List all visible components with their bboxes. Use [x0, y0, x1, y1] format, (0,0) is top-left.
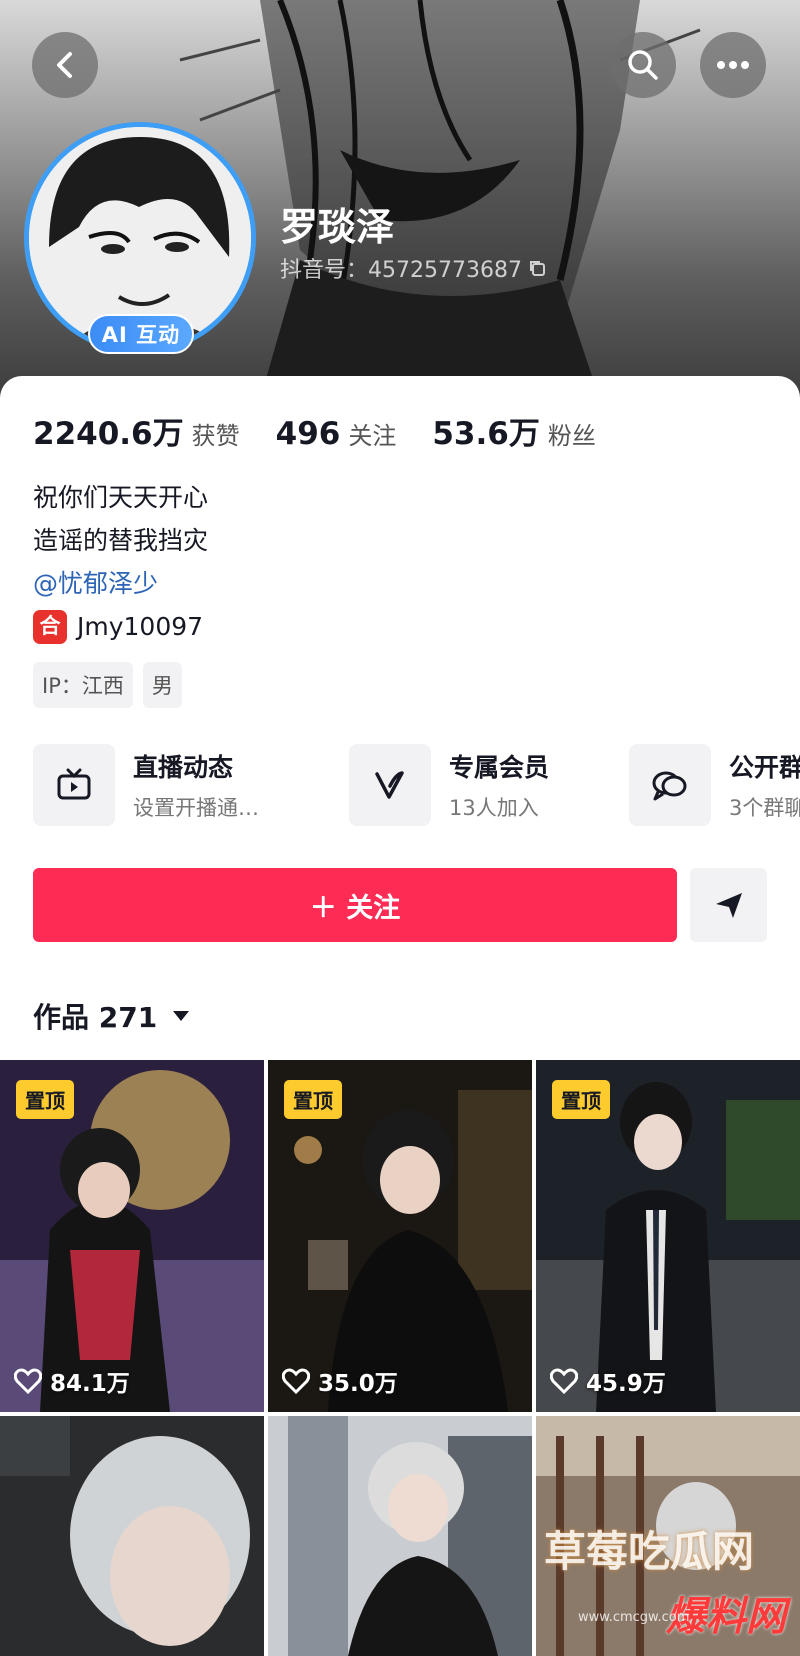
profile-bio: 祝你们天天开心 造谣的替我挡灾 @忧郁泽少 合 Jmy10097 — [33, 476, 208, 648]
likes-count: 45.9万 — [586, 1371, 666, 1397]
douyin-id-text: 抖音号：4572577368​7 — [280, 258, 522, 283]
chevron-left-icon — [57, 52, 72, 78]
ai-interaction-badge[interactable]: AI 互动 — [88, 314, 194, 354]
feature-subtitle: 13人加入 — [449, 796, 539, 820]
watermark-title: 草莓吃瓜网 — [543, 1527, 754, 1576]
video-tile[interactable]: 置顶 35.0万 — [268, 1060, 532, 1412]
video-tile[interactable]: 置顶 45.9万 — [536, 1060, 800, 1412]
stat-value: 53.6万 — [432, 416, 540, 452]
v-badge-icon — [349, 744, 431, 826]
copy-icon[interactable] — [528, 259, 546, 277]
collab-account-row[interactable]: 合 Jmy10097 — [33, 605, 208, 648]
feature-title: 直播动态 — [133, 753, 234, 782]
watermark-url: www.cmcgw.com — [578, 1610, 690, 1625]
pinned-badge: 置顶 — [552, 1080, 610, 1119]
follow-button[interactable]: ＋ 关注 — [33, 868, 677, 942]
bio-line: 祝你们天天开心 — [33, 483, 209, 512]
pinned-badge: 置顶 — [284, 1080, 342, 1119]
stat-followers[interactable]: 53.6万 粉丝 — [432, 408, 596, 453]
video-tile[interactable] — [0, 1416, 264, 1656]
video-thumbnail — [268, 1416, 532, 1656]
caret-down-icon — [173, 1011, 190, 1021]
works-tab[interactable]: 作品 271 — [33, 996, 190, 1036]
collab-icon: 合 — [33, 609, 67, 644]
video-thumbnail — [0, 1416, 264, 1656]
search-icon — [628, 50, 658, 80]
works-tab-label: 作品 271 — [33, 1001, 158, 1034]
video-tile[interactable] — [268, 1416, 532, 1656]
feature-public-groups[interactable]: 公开群 3个群聊 — [629, 744, 800, 826]
stat-value: 2240.6万 — [33, 416, 184, 452]
feature-membership[interactable]: 专属会员 13人加入 — [349, 744, 549, 826]
back-button[interactable] — [32, 32, 98, 98]
send-arrow-icon — [715, 893, 742, 918]
heart-icon — [550, 1368, 578, 1394]
profile-nickname: 罗琰泽 — [280, 205, 395, 249]
stat-value: 496 — [275, 416, 341, 452]
tv-icon — [33, 744, 115, 826]
feature-live-updates[interactable]: 直播动态 设置开播通… — [33, 744, 259, 826]
stat-likes[interactable]: 2240.6万 获赞 — [33, 408, 240, 453]
more-options-button[interactable] — [700, 32, 766, 98]
share-button[interactable] — [690, 868, 767, 942]
stat-label: 获赞 — [191, 422, 240, 450]
heart-icon — [14, 1368, 42, 1394]
more-dots-icon — [717, 61, 749, 69]
stat-label: 粉丝 — [547, 422, 596, 450]
bio-mention-link[interactable]: @忧郁泽少 — [33, 562, 208, 605]
feature-title: 专属会员 — [449, 753, 550, 782]
likes-count: 84.1万 — [50, 1371, 130, 1397]
gender-tag: 男 — [142, 662, 182, 708]
video-likes: 84.1万 — [14, 1364, 130, 1398]
feature-entries: 直播动态 设置开播通… 专属会员 13人加入 公开群 3个群聊 — [33, 744, 800, 830]
collab-account-id: Jmy10097 — [77, 612, 204, 641]
group-chat-icon — [629, 744, 711, 826]
profile-tags: IP：江西 男 — [33, 662, 182, 708]
ip-location-tag: IP：江西 — [33, 662, 133, 708]
video-tile[interactable]: 置顶 84.1万 — [0, 1060, 264, 1412]
feature-title: 公开群 — [729, 753, 800, 782]
likes-count: 35.0万 — [318, 1371, 398, 1397]
bio-line: 造谣的替我挡灾 — [33, 526, 209, 555]
feature-subtitle: 3个群聊 — [729, 796, 800, 820]
site-watermark: 草莓吃瓜网 爆料网 www.cmcgw.com — [514, 1518, 800, 1656]
pinned-badge: 置顶 — [16, 1080, 74, 1119]
search-button[interactable] — [610, 32, 676, 98]
heart-icon — [282, 1368, 310, 1394]
stat-label: 关注 — [348, 422, 397, 450]
video-likes: 45.9万 — [550, 1364, 666, 1398]
video-likes: 35.0万 — [282, 1364, 398, 1398]
profile-stats: 2240.6万 获赞 496 关注 53.6万 粉丝 — [33, 408, 596, 453]
douyin-id[interactable]: 抖音号：4572577368​7 — [280, 252, 546, 284]
stat-following[interactable]: 496 关注 — [276, 416, 397, 452]
feature-subtitle: 设置开播通… — [133, 796, 259, 820]
